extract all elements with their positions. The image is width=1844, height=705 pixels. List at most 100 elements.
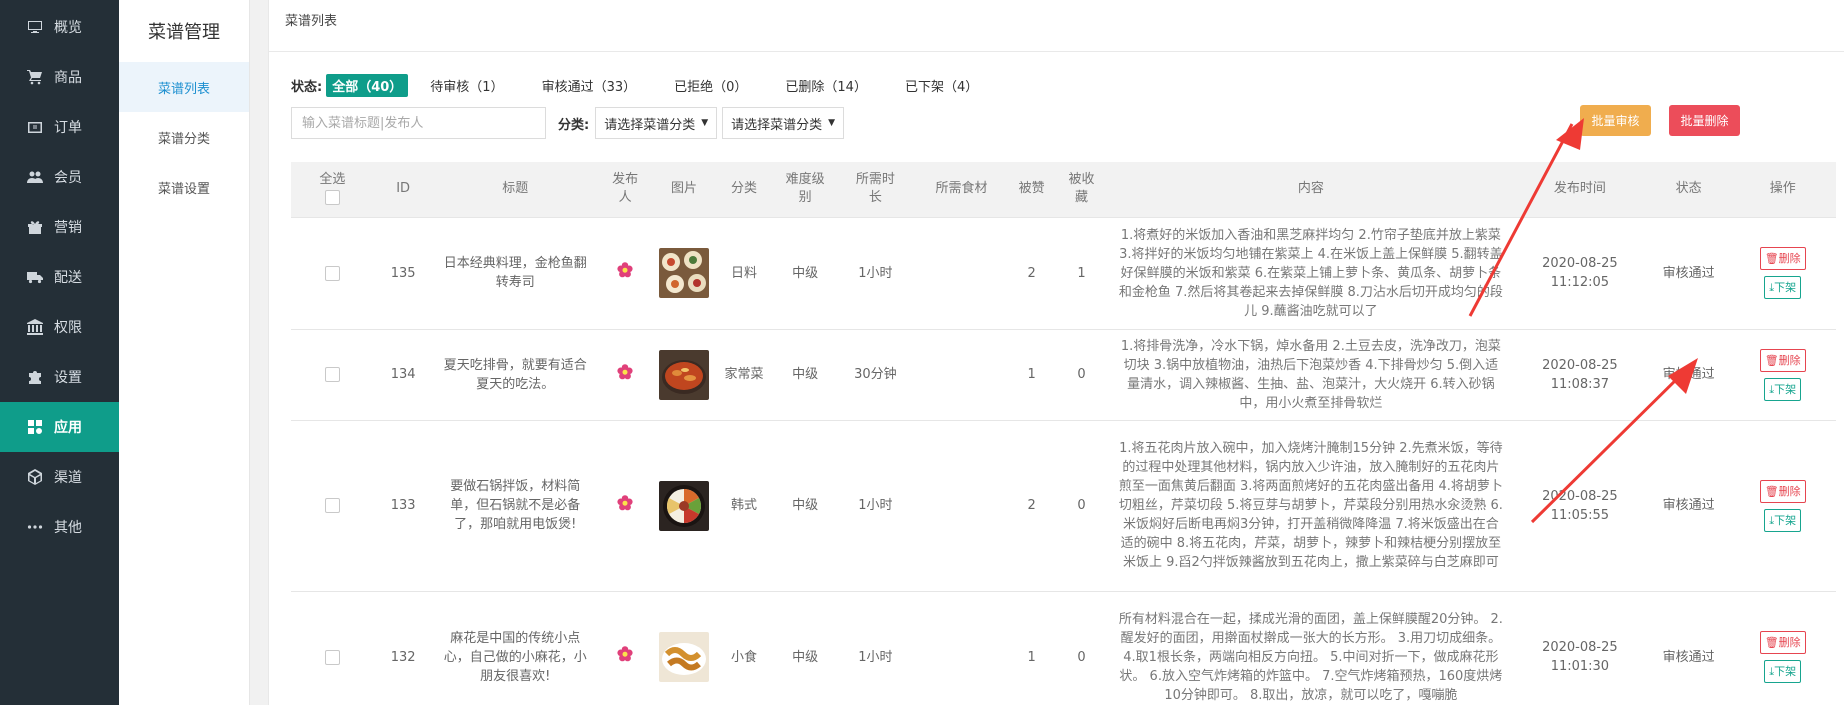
sidebar-item-label: 设置 (54, 370, 82, 386)
cell-level: 中级 (772, 329, 839, 421)
cell-author (597, 591, 653, 705)
row-offline-button[interactable]: ⤓下架 (1764, 508, 1802, 532)
table-row: 132 麻花是中国的传统小点心，自己做的小麻花，小朋友很喜欢! 小食 中级 1小… (291, 591, 1836, 705)
sidebar-item-label: 商品 (54, 70, 82, 86)
cell-actions: 🗑删除 ⤓下架 (1729, 217, 1836, 330)
sidebar-item-members[interactable]: 会员 (0, 152, 119, 202)
chevron-down-icon: ▼ (828, 118, 836, 128)
monitor-icon (26, 18, 44, 36)
column-header: 状态 (1647, 162, 1730, 218)
status-tab-pending[interactable]: 待审核（1） (424, 74, 509, 97)
column-header: 所需时长 (838, 162, 913, 218)
cell-status: 审核通过 (1647, 591, 1730, 705)
publish-clock: 11:05:55 (1550, 507, 1610, 523)
row-offline-button[interactable]: ⤓下架 (1764, 276, 1802, 299)
cell-title: 麻花是中国的传统小点心，自己做的小麻花，小朋友很喜欢! (432, 591, 598, 705)
cell-publish-time: 2020-08-25 11:05:55 (1511, 420, 1648, 592)
cell-duration: 1小时 (838, 420, 913, 592)
sidebar-item-products[interactable]: 商品 (0, 52, 119, 102)
column-header: 发布时间 (1511, 162, 1648, 218)
sidebar-item-apps[interactable]: 应用 (0, 402, 119, 452)
cell-id: 132 (373, 591, 433, 705)
cell-content: 1.将排骨洗净，冷水下锅，焯水备用 2.土豆去皮，洗净改刀，泡菜切块 3.锅中放… (1109, 329, 1512, 421)
cell-category: 韩式 (715, 420, 773, 592)
column-header: 被收藏 (1053, 162, 1110, 218)
apps-icon (26, 418, 44, 436)
sidebar-item-permissions[interactable]: 权限 (0, 302, 119, 352)
sidebar-item-channels[interactable]: 渠道 (0, 452, 119, 502)
cell-actions: 🗑删除 ⤓下架 (1729, 591, 1836, 705)
sidebar-item-overview[interactable]: 概览 (0, 2, 119, 52)
submenu-item-recipe-category[interactable]: 菜谱分类 (119, 112, 249, 162)
cell-favorites: 0 (1053, 420, 1110, 592)
publish-date: 2020-08-25 (1542, 640, 1618, 655)
sidebar-item-label: 会员 (54, 170, 82, 186)
column-header: 难度级别 (772, 162, 839, 218)
category-select-2-value: 请选择菜谱分类 (731, 117, 823, 133)
cell-status: 审核通过 (1647, 329, 1730, 421)
submenu-item-recipe-settings[interactable]: 菜谱设置 (119, 162, 249, 212)
status-tab-deleted[interactable]: 已删除（14） (779, 74, 873, 97)
filter-row: 分类: 请选择菜谱分类 ▼ 请选择菜谱分类 ▼ (291, 107, 849, 139)
batch-delete-button[interactable]: 批量删除 (1669, 105, 1740, 136)
sidebar-item-orders[interactable]: 订单 (0, 102, 119, 152)
row-checkbox[interactable] (324, 649, 340, 665)
batch-audit-button[interactable]: 批量审核 (1580, 105, 1651, 136)
trash-icon: 🗑 (1764, 252, 1779, 265)
row-delete-button[interactable]: 🗑删除 (1759, 631, 1806, 654)
status-tab-offline[interactable]: 已下架（4） (899, 74, 984, 97)
trash-icon: 🗑 (1764, 353, 1779, 367)
category-select-1[interactable]: 请选择菜谱分类 ▼ (595, 107, 718, 139)
row-delete-button[interactable]: 🗑删除 (1759, 348, 1806, 372)
select-all-label: 全选 (319, 172, 346, 188)
row-delete-label: 删除 (1778, 484, 1801, 498)
cell-title: 日本经典料理，金枪鱼翻转寿司 (432, 217, 598, 330)
sidebar-item-marketing[interactable]: 营销 (0, 202, 119, 252)
cell-ingredients (912, 217, 1011, 330)
cell-id: 133 (373, 420, 433, 592)
cell-author (597, 329, 653, 421)
cell-likes: 2 (1010, 217, 1054, 330)
status-label: 状态: (291, 80, 323, 95)
cell-favorites: 1 (1053, 217, 1110, 330)
submenu-item-recipe-list[interactable]: 菜谱列表 (119, 62, 249, 112)
cell-author (597, 420, 653, 592)
cell-level: 中级 (772, 591, 839, 705)
row-delete-button[interactable]: 🗑删除 (1759, 247, 1806, 270)
recipe-table: 全选 ID 标题 发布人 图片 分类 难度级别 所需时长 所需食材 被赞 被收藏… (291, 162, 1836, 705)
cell-ingredients (912, 591, 1011, 705)
sidebar-item-others[interactable]: 其他 (0, 502, 119, 552)
row-offline-button[interactable]: ⤓下架 (1764, 377, 1802, 401)
column-header: 标题 (432, 162, 598, 218)
select-all-checkbox[interactable] (324, 190, 340, 206)
status-tab-all[interactable]: 全部（40） (326, 74, 409, 97)
row-offline-button[interactable]: ⤓下架 (1764, 660, 1802, 683)
category-select-1-value: 请选择菜谱分类 (604, 117, 696, 133)
table-header-row: 全选 ID 标题 发布人 图片 分类 难度级别 所需时长 所需食材 被赞 被收藏… (291, 162, 1836, 218)
bank-icon (26, 318, 44, 336)
cell-title: 要做石锅拌饭，材料简单，但石锅就不是必备了，那咱就用电饭煲! (432, 420, 598, 592)
cell-category: 小食 (715, 591, 773, 705)
row-checkbox[interactable] (324, 498, 340, 513)
row-checkbox[interactable] (324, 367, 340, 382)
category-select-2[interactable]: 请选择菜谱分类 ▼ (722, 107, 845, 139)
row-delete-button[interactable]: 🗑删除 (1759, 479, 1806, 503)
column-header: 被赞 (1010, 162, 1054, 218)
more-icon (26, 518, 44, 536)
cell-duration: 1小时 (838, 591, 913, 705)
search-input[interactable] (291, 107, 546, 139)
status-tab-rejected[interactable]: 已拒绝（0） (668, 74, 753, 97)
row-delete-label: 删除 (1778, 353, 1801, 367)
status-tab-approved[interactable]: 审核通过（33） (536, 74, 643, 97)
table-row: 134 夏天吃排骨，就要有适合夏天的吃法。 家常菜 中级 30分钟 1 0 1.… (291, 329, 1836, 421)
chevron-down-icon: ▼ (701, 118, 709, 128)
sidebar-item-delivery[interactable]: 配送 (0, 252, 119, 302)
cell-publish-time: 2020-08-25 11:01:30 (1511, 591, 1648, 705)
submenu-title: 菜谱管理 (148, 22, 220, 43)
submenu-panel: 菜谱管理 菜谱列表 菜谱分类 菜谱设置 (119, 0, 250, 705)
cell-publish-time: 2020-08-25 11:08:37 (1511, 329, 1648, 421)
sidebar-item-settings[interactable]: 设置 (0, 352, 119, 402)
row-checkbox[interactable] (324, 265, 340, 281)
cell-ingredients (912, 420, 1011, 592)
cell-category: 日料 (715, 217, 773, 330)
